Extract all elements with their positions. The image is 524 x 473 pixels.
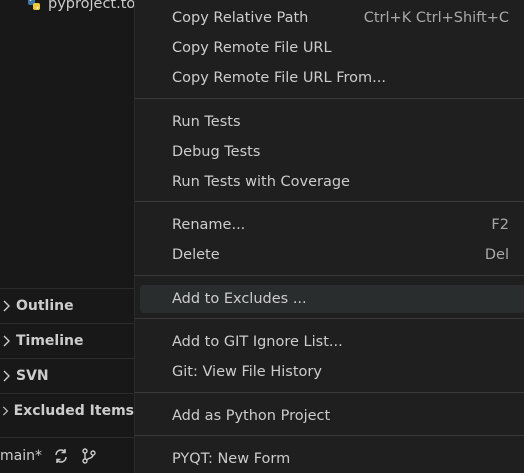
status-bar: main*	[0, 437, 134, 473]
menu-item-delete[interactable]: Delete Del	[140, 241, 524, 269]
menu-separator	[135, 275, 524, 276]
menu-separator	[135, 201, 524, 202]
sync-icon[interactable]	[52, 447, 70, 465]
menu-item-copy-remote-file-url-from[interactable]: Copy Remote File URL From...	[140, 64, 524, 92]
menu-separator	[135, 318, 524, 319]
menu-item-pyqt-new-form[interactable]: PYQT: New Form	[140, 445, 524, 473]
chevron-right-icon	[3, 300, 10, 312]
section-timeline[interactable]: Timeline	[0, 323, 134, 358]
menu-separator	[135, 98, 524, 99]
chevron-right-icon	[3, 335, 10, 347]
branch-name: main*	[0, 448, 42, 464]
menu-item-copy-remote-file-url[interactable]: Copy Remote File URL	[140, 34, 524, 62]
section-outline[interactable]: Outline	[0, 288, 134, 323]
screen: pyproject.toml Outline Timeline SVN Excl…	[0, 0, 524, 473]
menu-item-rename[interactable]: Rename... F2	[140, 211, 524, 239]
menu-item-run-tests-coverage[interactable]: Run Tests with Coverage	[140, 168, 524, 196]
section-excluded-items[interactable]: Excluded Items	[0, 393, 134, 428]
python-file-icon	[28, 0, 40, 10]
menu-item-run-tests[interactable]: Run Tests	[140, 108, 524, 136]
section-label: Outline	[16, 298, 74, 314]
menu-item-copy-relative-path[interactable]: Copy Relative Path Ctrl+K Ctrl+Shift+C	[140, 4, 524, 32]
branch-indicator[interactable]: main*	[0, 448, 42, 464]
menu-item-add-to-git-ignore[interactable]: Add to GIT Ignore List...	[140, 328, 524, 356]
menu-item-debug-tests[interactable]: Debug Tests	[140, 138, 524, 166]
menu-item-add-as-python-project[interactable]: Add as Python Project	[140, 402, 524, 430]
git-graph-icon[interactable]	[80, 447, 98, 465]
menu-separator	[135, 392, 524, 393]
menu-separator	[135, 435, 524, 436]
menu-item-git-view-file-history[interactable]: Git: View File History	[140, 358, 524, 386]
context-menu: Copy Relative Path Ctrl+K Ctrl+Shift+C C…	[134, 0, 524, 473]
section-label: SVN	[16, 368, 49, 384]
section-label: Excluded Items	[13, 403, 134, 419]
menu-item-add-to-excludes[interactable]: Add to Excludes ...	[140, 285, 524, 313]
chevron-right-icon	[3, 370, 10, 382]
section-label: Timeline	[16, 333, 84, 349]
section-svn[interactable]: SVN	[0, 358, 134, 393]
chevron-right-icon	[2, 406, 9, 416]
explorer-sidebar: pyproject.toml Outline Timeline SVN Excl…	[0, 0, 153, 473]
